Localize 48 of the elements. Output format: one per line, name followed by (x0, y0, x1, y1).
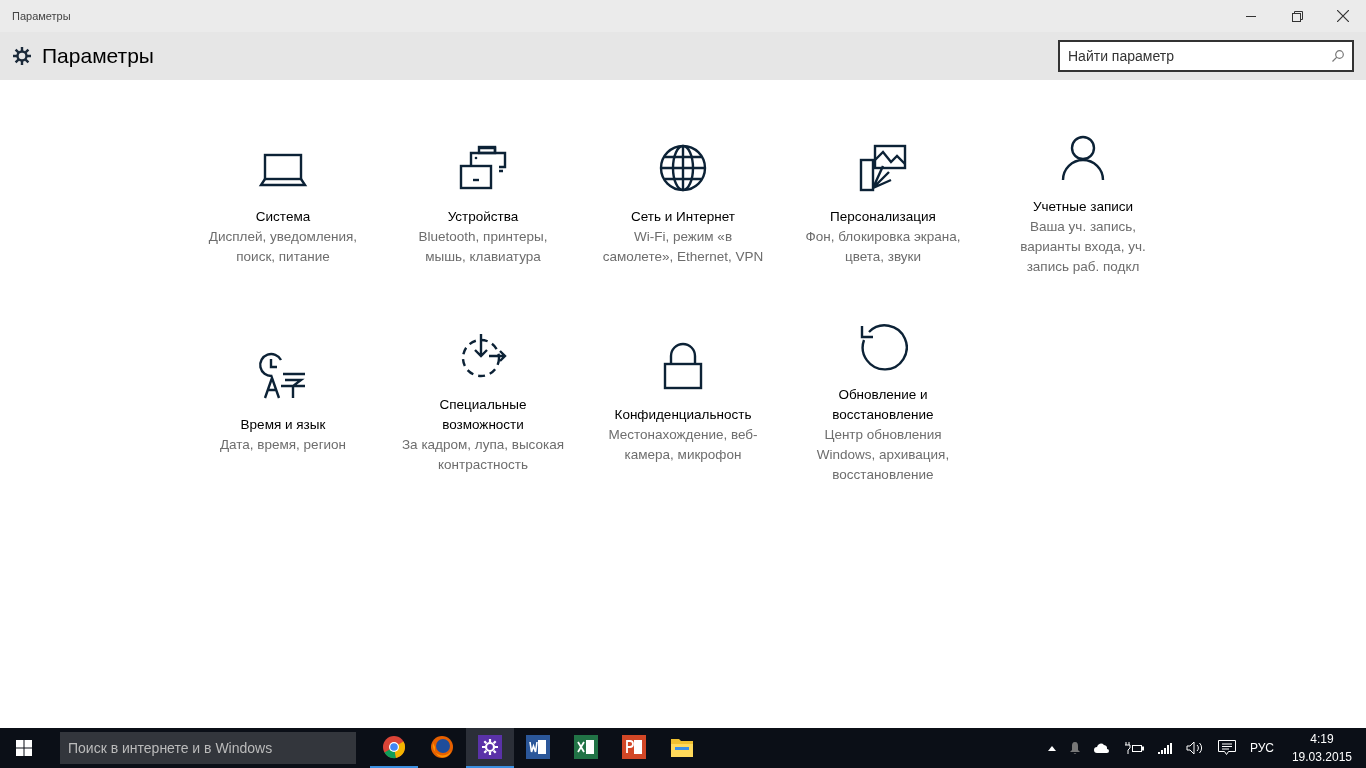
speaker-icon[interactable] (1185, 741, 1204, 755)
settings-category-link[interactable]: Конфиденциальность (601, 405, 765, 425)
category-description: Дисплей, уведомления, поиск, питание (207, 228, 359, 266)
settings-category-link[interactable]: Персонализация (801, 207, 965, 227)
settings-category-link[interactable]: Сеть и Интернет (601, 207, 765, 227)
page-title: Параметры (42, 43, 155, 70)
presentation-p-icon (622, 735, 646, 759)
spreadsheet-x-icon (574, 735, 598, 759)
close-icon (1337, 10, 1349, 22)
gear-icon (478, 735, 502, 759)
category-description: Ваша уч. запись, варианты входа, уч. запись раб. подкл (1019, 218, 1147, 276)
browser-round-icon (382, 735, 406, 759)
globe-icon (658, 143, 708, 193)
search-field[interactable]: Найти параметр (1058, 40, 1354, 72)
clock-date[interactable]: 19.03.2015 (1291, 748, 1352, 766)
settings-category-link[interactable]: Система (201, 207, 365, 227)
clock-time[interactable]: 4:19 (1310, 730, 1334, 748)
language-indicator[interactable]: РУС (1249, 739, 1274, 757)
category-description: Bluetooth, принтеры, мышь, клавиатура (417, 228, 549, 266)
category-description: Центр обновления Windows, архивация, восстановление (815, 426, 951, 484)
cloud-icon[interactable] (1093, 743, 1110, 753)
battery-plug-icon[interactable] (1123, 742, 1144, 754)
taskbar-app-button[interactable] (466, 728, 514, 768)
settings-category-link[interactable]: Устройства (401, 207, 565, 227)
settings-category-link[interactable]: Время и язык (201, 415, 365, 435)
settings-category-link[interactable]: Специальные возможности (401, 395, 565, 435)
settings-category-link[interactable]: Учетные записи (1001, 197, 1165, 217)
category-description: Дата, время, регион (218, 436, 348, 454)
taskbar-search-field[interactable]: Поиск в интернете и в Windows (60, 732, 356, 764)
restore-icon (1291, 10, 1303, 22)
category-description: Фон, блокировка экрана, цвета, звуки (804, 228, 962, 266)
document-w-icon (526, 735, 550, 759)
bell-icon[interactable] (1069, 742, 1080, 754)
settings-category-link[interactable]: Обновление и восстановление (801, 385, 965, 425)
clock-letter-icon (258, 351, 308, 401)
category-description: Местонахождение, веб-камера, микрофон (607, 426, 759, 464)
windows-logo-icon (16, 740, 32, 756)
chevron-up-icon[interactable] (1047, 745, 1056, 751)
message-icon[interactable] (1217, 740, 1236, 756)
category-description: За кадром, лупа, высокая контрастность (401, 436, 565, 474)
gear-icon (12, 46, 32, 66)
circular-arrow-icon (858, 321, 908, 371)
category-description: Wi-Fi, режим «в самолете», Ethernet, VPN (601, 228, 765, 266)
search-icon (1332, 50, 1344, 62)
minimize-icon (1246, 15, 1256, 17)
pictures-icon (858, 143, 908, 193)
window-title: Параметры (11, 8, 72, 24)
signal-bars-icon[interactable] (1157, 742, 1172, 754)
